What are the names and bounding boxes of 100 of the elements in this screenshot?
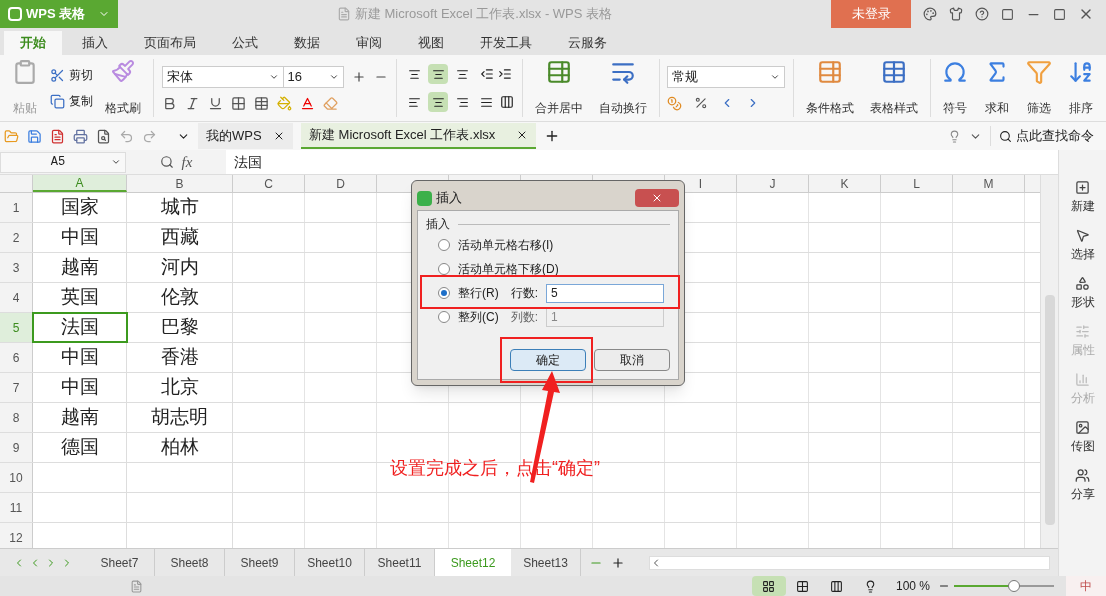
indent-increase-icon[interactable] <box>498 67 512 81</box>
radio-button[interactable] <box>438 287 450 299</box>
save-icon[interactable] <box>27 128 42 144</box>
zoom-slider[interactable] <box>954 580 1054 592</box>
radio-button[interactable] <box>438 239 450 251</box>
column-header[interactable]: L <box>881 175 953 192</box>
merge-icon <box>545 59 572 85</box>
fill-color-icon[interactable] <box>276 95 292 111</box>
table-cell-text: 法国 <box>60 315 99 340</box>
sidebar-icon <box>1075 324 1090 339</box>
maximize-icon[interactable] <box>1053 7 1066 21</box>
sidebar-item[interactable]: 传图 <box>1070 420 1095 455</box>
menu-tab[interactable]: 审阅 <box>340 31 398 55</box>
tool-button[interactable]: 排序 <box>1064 59 1098 117</box>
close-icon[interactable] <box>273 130 285 142</box>
column-header[interactable]: M <box>953 175 1025 192</box>
italic-icon[interactable] <box>184 95 200 111</box>
normal-view-icon[interactable] <box>751 576 786 596</box>
percent-icon[interactable] <box>694 96 708 110</box>
count-field[interactable]: 5 <box>546 283 664 303</box>
number-format-select[interactable]: 常规 <box>667 65 785 88</box>
borders-icon[interactable] <box>230 95 246 111</box>
pdf-icon[interactable] <box>50 128 65 144</box>
skin-icon[interactable] <box>923 7 937 21</box>
vertical-scrollbar[interactable] <box>1040 175 1058 548</box>
sidebar-item[interactable]: 形状 <box>1070 276 1095 311</box>
table-style-button[interactable]: 表格样式 <box>865 59 922 117</box>
row-header[interactable]: 11 <box>0 493 33 522</box>
row-header[interactable]: 5 <box>0 313 33 342</box>
search-icon[interactable] <box>159 155 174 169</box>
print-preview-icon[interactable] <box>96 128 111 144</box>
menu-tab[interactable]: 开始 <box>4 31 62 55</box>
menu-tab[interactable]: 云服务 <box>552 31 623 55</box>
column-header[interactable]: D <box>305 175 377 192</box>
function-label[interactable]: fx <box>181 150 193 174</box>
row-header[interactable]: 4 <box>0 283 33 312</box>
table-cell-text: 胡志明 <box>151 405 208 430</box>
font-color-icon[interactable] <box>299 95 315 111</box>
radio-button[interactable] <box>438 263 450 275</box>
add-sheet-icon[interactable] <box>611 555 625 570</box>
tool-button[interactable]: 求和 <box>980 59 1014 117</box>
row-header[interactable]: 8 <box>0 403 33 432</box>
ime-indicator[interactable]: 中 <box>1066 576 1106 596</box>
indent-decrease-icon[interactable] <box>480 67 494 81</box>
column-header[interactable]: B <box>127 175 233 192</box>
row-header[interactable]: 10 <box>0 463 33 492</box>
command-search[interactable]: 点此查找命令 <box>990 126 1102 146</box>
menu-tab[interactable]: 公式 <box>216 31 274 55</box>
document-tab[interactable]: 新建 Microsoft Excel 工作表.xlsx <box>301 123 536 149</box>
formula-field[interactable]: 法国 <box>226 150 1058 174</box>
dialog-button[interactable]: 确定 <box>510 349 586 371</box>
tool-button[interactable]: 符号 <box>938 59 972 117</box>
menu-tab[interactable]: 插入 <box>66 31 124 55</box>
row-header[interactable]: 12 <box>0 523 33 548</box>
sidebar-item[interactable]: 选择 <box>1070 228 1095 263</box>
column-header[interactable]: J <box>737 175 809 192</box>
grow-font-icon[interactable] <box>351 69 366 84</box>
menu-tab[interactable]: 数据 <box>278 31 336 55</box>
menu-tab[interactable]: 开发工具 <box>464 31 548 55</box>
vertical-align-icon[interactable] <box>428 64 448 84</box>
row-header[interactable]: 9 <box>0 433 33 462</box>
restore-icon[interactable] <box>1001 7 1014 21</box>
print-icon[interactable] <box>73 128 88 144</box>
sheet-tab[interactable]: Sheet12 <box>435 549 511 576</box>
column-header[interactable]: K <box>809 175 881 192</box>
shirt-icon[interactable] <box>949 7 963 21</box>
cut-button[interactable]: 剪切 <box>50 66 93 84</box>
conditional-format-button[interactable]: 条件格式 <box>801 59 858 117</box>
sidebar-item[interactable]: 新建 <box>1070 180 1095 215</box>
document-tab[interactable]: 我的WPS <box>198 123 293 149</box>
row-header[interactable]: 2 <box>0 223 33 252</box>
row-header[interactable]: 1 <box>0 193 33 222</box>
merge-center-button[interactable]: 合并居中 <box>530 59 587 117</box>
font-select[interactable]: 宋体 <box>161 65 284 88</box>
distribute-icon[interactable] <box>500 95 514 109</box>
menu-tab[interactable]: 视图 <box>402 31 460 55</box>
option-label[interactable]: 活动单元格右移(I) <box>458 236 554 254</box>
tool-button[interactable]: 筛选 <box>1022 59 1056 117</box>
dialog-button[interactable]: 取消 <box>594 349 670 371</box>
horizontal-scrollbar[interactable] <box>649 555 1050 570</box>
add-tab-icon[interactable] <box>544 128 560 144</box>
column-header[interactable]: A <box>33 175 127 192</box>
format-painter-button[interactable]: 格式刷 <box>101 59 145 117</box>
copy-button[interactable]: 复制 <box>50 92 93 110</box>
menu-tab[interactable]: 页面布局 <box>128 31 212 55</box>
font-size-select[interactable]: 16 <box>283 65 344 88</box>
underline-icon[interactable] <box>207 95 223 111</box>
close-icon[interactable] <box>516 129 528 141</box>
option-label[interactable]: 活动单元格下移(D) <box>458 260 559 278</box>
wrap-text-button[interactable]: 自动换行 <box>594 59 651 117</box>
column-header[interactable]: C <box>233 175 305 192</box>
horizontal-align-icon[interactable] <box>428 92 448 112</box>
row-header[interactable]: 7 <box>0 373 33 402</box>
row-header[interactable]: 6 <box>0 343 33 372</box>
table-icon[interactable] <box>253 95 269 111</box>
help-icon[interactable] <box>975 7 989 21</box>
name-box[interactable]: A5 <box>0 151 126 173</box>
row-header[interactable]: 3 <box>0 253 33 282</box>
option-label[interactable]: 整行(R) <box>458 284 499 302</box>
sidebar-item[interactable]: 分享 <box>1070 468 1095 503</box>
